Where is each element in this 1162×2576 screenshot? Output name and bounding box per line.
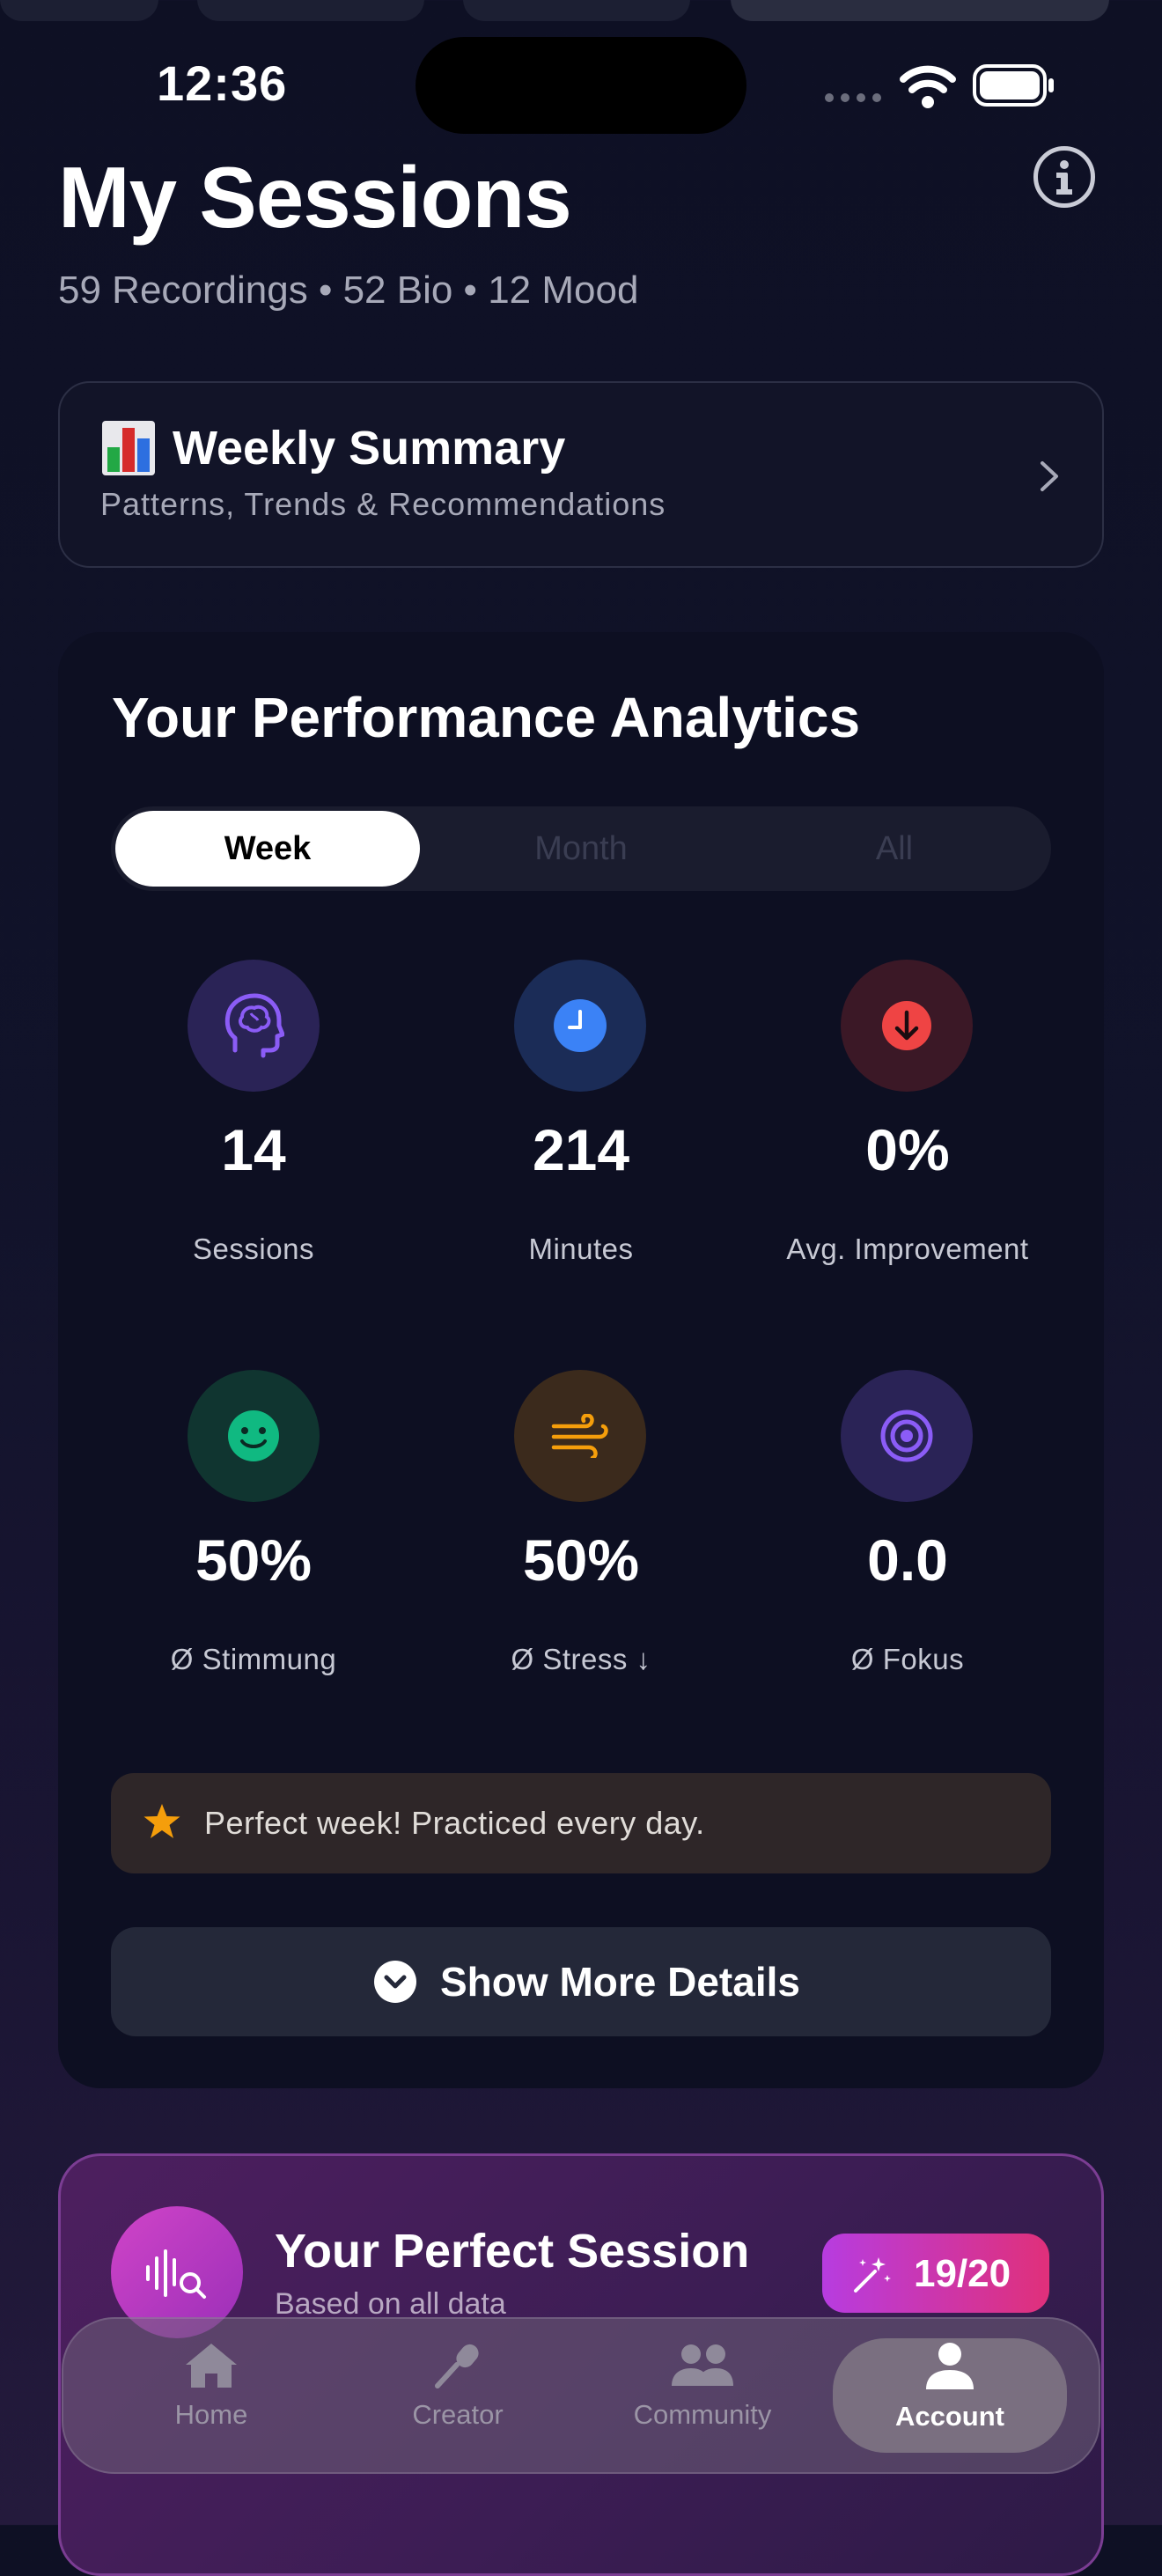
stat-minutes-value: 214	[532, 1117, 630, 1182]
period-segmented-control: Week Month All	[111, 806, 1051, 891]
perfect-session-title: Your Perfect Session	[275, 2225, 750, 2278]
tab-month[interactable]: Month	[424, 806, 738, 891]
score-value: 19/20	[914, 2252, 1011, 2295]
wifi-icon	[900, 63, 956, 114]
tab-creator-label: Creator	[412, 2399, 504, 2430]
magic-wand-icon	[852, 2254, 893, 2299]
stat-mood-value: 50%	[195, 1527, 313, 1593]
top-chip[interactable]	[0, 0, 158, 21]
brain-icon	[188, 960, 320, 1092]
tab-home-label: Home	[174, 2399, 248, 2430]
stat-focus-value: 0.0	[867, 1527, 948, 1593]
analytics-title: Your Performance Analytics	[112, 686, 861, 749]
status-time: 12:36	[157, 55, 288, 111]
person-icon	[926, 2343, 974, 2389]
tab-creator[interactable]: Creator	[352, 2342, 563, 2431]
stat-stress-value: 50%	[522, 1527, 640, 1593]
info-button[interactable]	[1033, 146, 1095, 208]
stat-improvement-value: 0%	[865, 1117, 950, 1182]
tab-community-label: Community	[633, 2399, 772, 2430]
weekly-summary-title: Weekly Summary	[173, 422, 566, 475]
arrow-down-icon	[841, 960, 973, 1092]
smile-icon	[188, 1370, 320, 1502]
microphone-icon	[435, 2344, 479, 2388]
tab-account[interactable]: Account	[844, 2342, 1055, 2432]
stat-minutes-label: Minutes	[528, 1233, 634, 1265]
people-icon	[672, 2344, 733, 2386]
bar-chart-icon	[102, 421, 155, 480]
chevron-right-icon	[1039, 460, 1060, 497]
tab-week[interactable]: Week	[115, 811, 420, 887]
tab-all[interactable]: All	[738, 806, 1051, 891]
tab-account-label: Account	[895, 2401, 1004, 2432]
show-more-details-label: Show More Details	[440, 1959, 800, 2005]
streak-banner-text: Perfect week! Practiced every day.	[204, 1805, 705, 1841]
signal-icon	[824, 92, 886, 108]
wind-icon	[514, 1370, 646, 1502]
stat-focus-label: Ø Fokus	[850, 1643, 965, 1675]
battery-icon	[972, 63, 1056, 112]
stat-sessions-value: 14	[221, 1117, 286, 1182]
weekly-summary-subtitle: Patterns, Trends & Recommendations	[100, 486, 666, 522]
chevron-down-icon	[373, 1960, 417, 2008]
stat-mood-label: Ø Stimmung	[170, 1643, 337, 1675]
house-icon	[186, 2344, 237, 2388]
info-icon	[1056, 160, 1072, 195]
top-chip[interactable]	[463, 0, 690, 21]
top-chip[interactable]	[197, 0, 424, 21]
dynamic-island	[416, 37, 746, 134]
page-subtitle: 59 Recordings • 52 Bio • 12 Mood	[58, 269, 639, 312]
star-icon	[143, 1803, 181, 1844]
target-icon	[841, 1370, 973, 1502]
tab-community[interactable]: Community	[597, 2342, 808, 2431]
top-chip[interactable]	[731, 0, 1109, 21]
page-title: My Sessions	[58, 149, 572, 246]
stat-improvement-label: Avg. Improvement	[786, 1233, 1029, 1265]
stat-sessions-label: Sessions	[193, 1233, 314, 1265]
tab-home[interactable]: Home	[106, 2342, 317, 2431]
clock-icon	[514, 960, 646, 1092]
stat-stress-label: Ø Stress ↓	[511, 1643, 651, 1675]
